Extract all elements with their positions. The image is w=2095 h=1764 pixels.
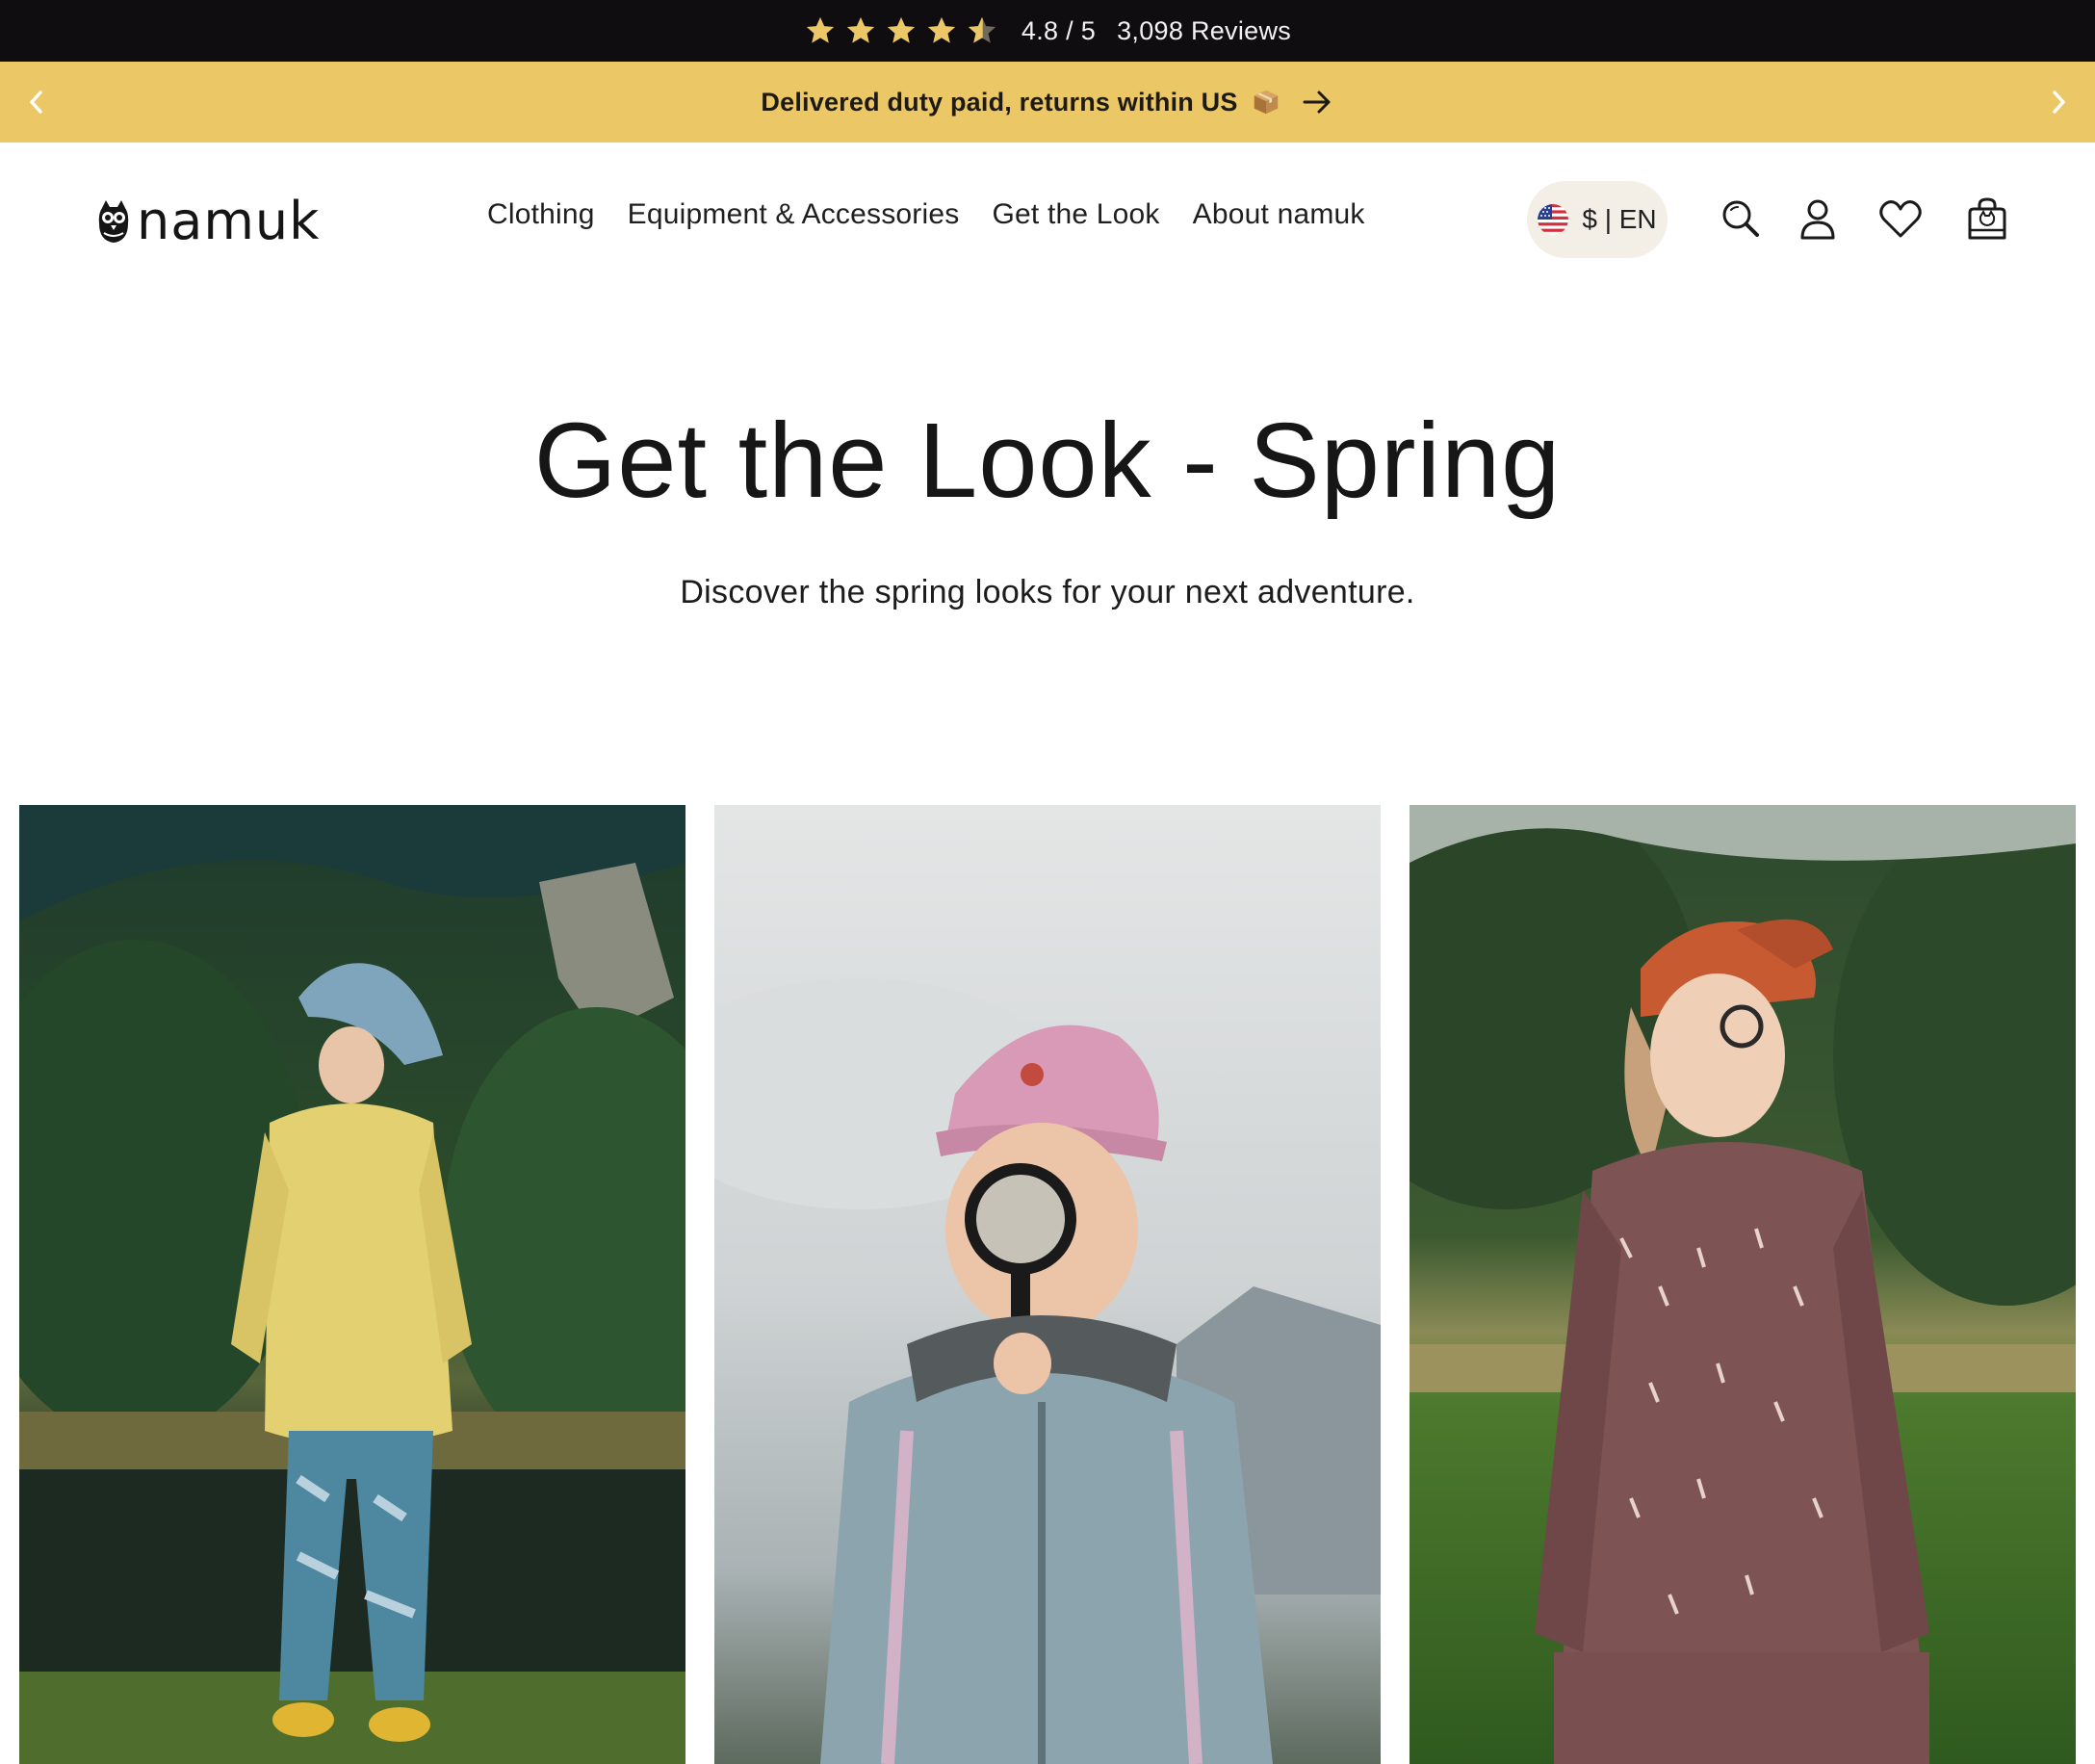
nav-item-clothing[interactable]: Clothing — [487, 198, 595, 231]
announcement-next-button[interactable] — [2022, 62, 2095, 143]
locale-selector[interactable]: $ | EN — [1527, 181, 1668, 258]
rating-score: 4.8 / 5 — [1021, 15, 1097, 45]
arrow-right-icon — [1303, 91, 1331, 114]
announcement-link[interactable]: Delivered duty paid, returns within US — [761, 85, 1333, 119]
us-flag-icon — [1538, 204, 1569, 235]
locale-label: $ | EN — [1582, 204, 1657, 234]
star-icon — [806, 16, 835, 43]
chevron-right-icon — [2053, 91, 2065, 114]
announcement-text: Delivered duty paid, returns within US — [761, 87, 1238, 117]
account-button[interactable] — [1795, 195, 1841, 243]
half-star-icon — [968, 16, 996, 43]
page-subtitle: Discover the spring looks for your next … — [680, 574, 1415, 610]
review-bar[interactable]: 4.8 / 5 3,098 Reviews — [0, 0, 2095, 62]
look-photo — [714, 805, 1381, 1764]
announcement-prev-button[interactable] — [0, 62, 73, 143]
look-photo — [19, 805, 685, 1764]
star-icon — [846, 16, 875, 43]
look-card-yellow-jacket[interactable] — [19, 805, 685, 1764]
star-icon — [887, 16, 916, 43]
look-photo — [1410, 805, 2076, 1764]
account-icon — [1800, 199, 1835, 240]
nav-item-equipment-accessories[interactable]: Equipment & Accessories — [628, 198, 960, 231]
cart-bag-icon — [1968, 197, 2006, 240]
look-card-magnifying-glass[interactable] — [714, 805, 1381, 1764]
package-icon — [1254, 90, 1278, 115]
reviews-count[interactable]: 3,098 Reviews — [1117, 16, 1291, 46]
logo[interactable]: namuk — [96, 193, 320, 250]
logo-wordmark: namuk — [137, 191, 321, 251]
star-icon — [927, 16, 956, 43]
heart-icon — [1879, 200, 1922, 238]
star-rating — [804, 14, 998, 47]
nav-item-get-the-look[interactable]: Get the Look — [992, 198, 1159, 231]
announcement-bar: Delivered duty paid, returns within US — [0, 62, 2095, 143]
cart-button[interactable] — [1964, 195, 2010, 243]
site-header: namuk Clothing Equipment & Accessories G… — [0, 143, 2095, 298]
owl-mascot-icon — [98, 200, 129, 243]
chevron-left-icon — [30, 91, 42, 114]
search-icon — [1722, 200, 1759, 237]
page-title: Get the Look - Spring — [533, 402, 1562, 520]
look-card-red-cap[interactable] — [1410, 805, 2076, 1764]
search-button[interactable] — [1718, 195, 1764, 243]
wishlist-button[interactable] — [1877, 195, 1924, 243]
nav-item-about-namuk[interactable]: About namuk — [1193, 198, 1365, 231]
main-nav: Clothing Equipment & Accessories Get the… — [487, 198, 1365, 231]
